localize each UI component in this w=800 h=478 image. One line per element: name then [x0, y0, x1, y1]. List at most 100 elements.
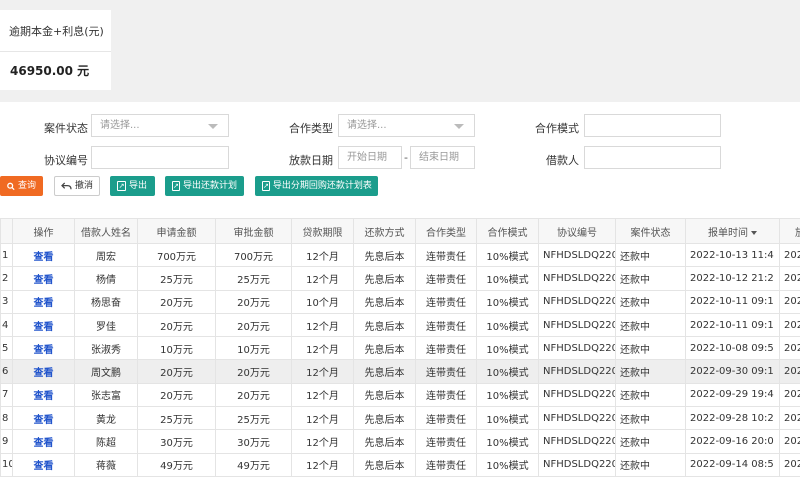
submit-time: 2022-09-29 19:4 — [685, 382, 780, 408]
repay-method: 先息后本 — [353, 242, 416, 268]
repay-method: 先息后本 — [353, 312, 416, 338]
agreement-no: NFHDSLDQ220 — [538, 429, 616, 454]
case-status: 还款中 — [615, 429, 686, 454]
stat-value: 46950.00 元 — [10, 64, 90, 78]
coop-type: 连带责任 — [415, 289, 477, 314]
row-index: 1 — [0, 242, 13, 268]
view-link[interactable]: 查看 — [12, 289, 75, 314]
repay-method: 先息后本 — [353, 429, 416, 454]
table-row[interactable]: 8 查看 黄龙 25万元 25万元 12个月 先息后本 连带责任 10%模式 NFHDSLDQ22… — [0, 406, 800, 431]
view-link[interactable]: 查看 — [12, 406, 75, 431]
approve-amount: 25万元 — [215, 406, 292, 431]
header-label: 协议编号 — [557, 227, 597, 239]
submit-time: 2022-10-08 09:5 — [685, 336, 780, 361]
submit-time: 2022-10-11 09:1 — [685, 312, 780, 338]
loan-date: 202 — [779, 242, 800, 268]
loan-term: 12个月 — [291, 266, 354, 291]
coop-type-select[interactable]: 请选择... — [338, 114, 475, 137]
case-status: 还款中 — [615, 406, 686, 431]
loan-date: 202 — [779, 406, 800, 431]
table-row[interactable]: 3 查看 杨思奋 20万元 20万元 10个月 先息后本 连带责任 10%模式 NFHDSLDQ2… — [0, 289, 800, 314]
loan-date: 202 — [779, 336, 800, 361]
case-status-select[interactable]: 请选择... — [91, 114, 229, 137]
borrower-input[interactable] — [584, 146, 721, 169]
submit-time-header[interactable]: 报单时间 — [685, 218, 780, 244]
coop-mode: 10%模式 — [476, 359, 539, 384]
agreement-no: NFHDSLDQ220 — [538, 382, 616, 408]
coop-type: 连带责任 — [415, 382, 477, 408]
borrower-label: 借款人 — [546, 154, 579, 167]
query-button[interactable]: 查询 — [0, 176, 43, 196]
apply-amount: 700万元 — [137, 242, 216, 268]
export-icon: ↗ — [262, 181, 270, 191]
table-row[interactable]: 5 查看 张淑秀 10万元 10万元 12个月 先息后本 连带责任 10%模式 NFHDSLDQ2… — [0, 336, 800, 361]
submit-time: 2022-10-11 09:1 — [685, 289, 780, 314]
coop-mode: 10%模式 — [476, 242, 539, 268]
loan-date: 202 — [779, 266, 800, 291]
coop-mode: 10%模式 — [476, 382, 539, 408]
borrower-name: 杨倩 — [74, 266, 138, 291]
repay-method: 先息后本 — [353, 382, 416, 408]
view-link[interactable]: 查看 — [12, 429, 75, 454]
apply-amount: 20万元 — [137, 382, 216, 408]
agreement-no-input[interactable] — [91, 146, 229, 169]
agreement-no: NFHDSLDQ220 — [538, 359, 616, 384]
loan-term: 12个月 — [291, 406, 354, 431]
view-link[interactable]: 查看 — [12, 336, 75, 361]
reset-label: 撤消 — [74, 181, 93, 191]
table-row[interactable]: 7 查看 张志富 20万元 20万元 12个月 先息后本 连带责任 10%模式 NFHDSLDQ2… — [0, 382, 800, 408]
agreement-no: NFHDSLDQ220 — [538, 452, 616, 477]
approve-amount: 25万元 — [215, 266, 292, 291]
view-link[interactable]: 查看 — [12, 266, 75, 291]
view-link[interactable]: 查看 — [12, 242, 75, 268]
coop-mode: 10%模式 — [476, 406, 539, 431]
view-link[interactable]: 查看 — [12, 359, 75, 384]
export-button[interactable]: ↗ 导出 — [110, 176, 155, 196]
row-index: 9 — [0, 429, 13, 454]
borrower-name: 杨思奋 — [74, 289, 138, 314]
reset-button[interactable]: 撤消 — [54, 176, 100, 196]
table-row[interactable]: 10查看蒋薇49万元49万元12个月先息后本连带责任10%模式NFHDSLDQ2… — [0, 452, 800, 477]
loan-date-end-input[interactable]: 结束日期 — [410, 146, 475, 169]
agreement-no: NFHDSLDQ220 — [538, 289, 616, 314]
header-label: 贷款期限 — [302, 227, 343, 239]
coop-type-placeholder: 请选择... — [347, 120, 387, 131]
agreement-no: NFHDSLDQ220 — [538, 336, 616, 361]
loan-term: 12个月 — [291, 452, 354, 477]
row-index: 4 — [0, 312, 13, 338]
apply-amount: 49万元 — [137, 452, 216, 477]
view-link[interactable]: 查看 — [12, 452, 75, 477]
export-installment-button[interactable]: ↗ 导出分期回购还款计划表 — [255, 176, 378, 196]
coop-type: 连带责任 — [415, 266, 477, 291]
coop-type-label: 合作类型 — [289, 122, 333, 135]
coop-type: 连带责任 — [415, 312, 477, 338]
coop-mode: 10%模式 — [476, 312, 539, 338]
header-label: 报单时间 — [708, 227, 748, 239]
table-row[interactable]: 1 查看 周宏 700万元 700万元 12个月 先息后本 连带责任 10%模式 NFHDSLDQ… — [0, 242, 800, 268]
table-row[interactable]: 9 查看 陈超 30万元 30万元 12个月 先息后本 连带责任 10%模式 NFHDSLDQ22… — [0, 429, 800, 454]
table-row[interactable]: 2 查看 杨倩 25万元 25万元 12个月 先息后本 连带责任 10%模式 NFHDSLDQ22… — [0, 266, 800, 291]
borrower-name: 张淑秀 — [74, 336, 138, 361]
apply-amount: 30万元 — [137, 429, 216, 454]
table-row[interactable]: 4 查看 罗佳 20万元 20万元 12个月 先息后本 连带责任 10%模式 NFHDSLDQ22… — [0, 312, 800, 338]
action-header: 操作 — [12, 218, 75, 244]
borrower-name: 陈超 — [74, 429, 138, 454]
view-link[interactable]: 查看 — [12, 312, 75, 338]
view-link[interactable]: 查看 — [12, 382, 75, 408]
case-status: 还款中 — [615, 452, 686, 477]
case-status: 还款中 — [615, 336, 686, 361]
row-index: 8 — [0, 406, 13, 431]
chevron-down-icon — [208, 124, 218, 129]
table-row[interactable]: 6 查看 周文鹏 20万元 20万元 12个月 先息后本 连带责任 10%模式 NFHDSLDQ2… — [0, 359, 800, 384]
export-installment-label: 导出分期回购还款计划表 — [272, 181, 372, 191]
coop-mode-input[interactable] — [584, 114, 721, 137]
apply-amount-header: 申请金额 — [137, 218, 216, 244]
repay-method-header: 还款方式 — [353, 218, 416, 244]
submit-time: 2022-09-16 20:0 — [685, 429, 780, 454]
query-label: 查询 — [17, 181, 36, 191]
row-index: 5 — [0, 336, 13, 361]
approve-amount: 700万元 — [215, 242, 292, 268]
sort-desc-icon[interactable] — [751, 230, 757, 235]
export-plan-button[interactable]: ↗ 导出还款计划 — [165, 176, 244, 196]
loan-date-start-input[interactable]: 开始日期 — [338, 146, 402, 169]
